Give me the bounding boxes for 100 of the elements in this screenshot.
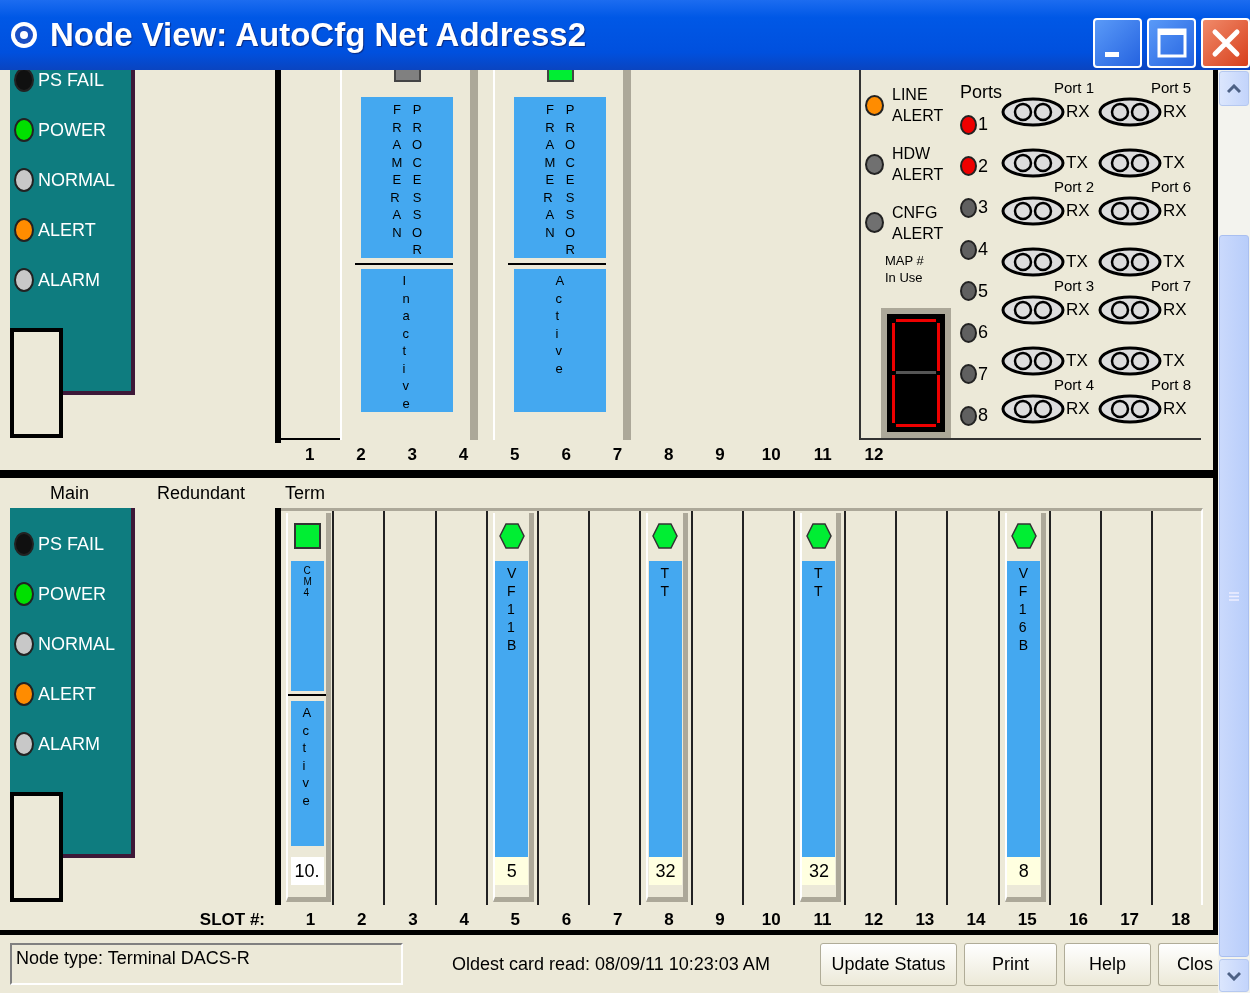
line-card[interactable]: VF16B 8 — [1004, 513, 1046, 902]
line-card[interactable]: FRAMER AN PROCESSOR Active — [493, 70, 631, 440]
app-icon — [10, 21, 38, 49]
card-value: 32 — [802, 857, 836, 885]
slot-number: 12 — [863, 909, 885, 931]
port-number: 6 — [978, 322, 988, 344]
slot-number: 2 — [356, 909, 368, 931]
card-status: Active — [554, 272, 571, 378]
connector-label: RX — [1163, 399, 1187, 419]
ports-heading: Ports — [960, 81, 1001, 104]
connector-label: TX — [1163, 252, 1185, 272]
port-name: Port 5 — [1149, 79, 1192, 97]
card-label: TT — [813, 564, 831, 601]
port-name: Port 7 — [1149, 277, 1192, 295]
slot-number: 14 — [965, 909, 987, 931]
slot-number: 5 — [509, 444, 521, 466]
connector-icon — [1001, 196, 1065, 226]
line-card[interactable]: FRAMER AN PROCESSOR Inactive — [340, 70, 478, 440]
slot-number: 5 — [509, 909, 522, 931]
alert-label: CNFG ALERT — [892, 202, 944, 244]
line-card[interactable]: CM4 Active 10. — [286, 513, 331, 902]
slot-number: 2 — [355, 444, 367, 466]
slot-number: 9 — [714, 909, 726, 931]
connector-icon — [1001, 295, 1065, 325]
slot-number: 1 — [303, 444, 316, 466]
connector-label: RX — [1163, 102, 1187, 122]
scrollbar-track[interactable] — [1218, 70, 1250, 993]
led-label: PS FAIL — [38, 533, 105, 555]
maximize-icon — [1156, 28, 1187, 58]
slot-number: 7 — [611, 444, 624, 466]
line-card[interactable]: TT 32 — [646, 513, 688, 902]
connector-label: RX — [1066, 399, 1090, 419]
action-button[interactable]: Print — [964, 942, 1057, 986]
card-value: 8 — [1007, 857, 1041, 885]
led-label: ALARM — [38, 269, 100, 291]
action-button[interactable]: Update Status — [820, 942, 957, 986]
slot-number: 4 — [457, 444, 470, 466]
minimize-button[interactable] — [1093, 18, 1142, 68]
connector-icon — [1001, 394, 1065, 424]
port-name: Port 1 — [1052, 79, 1095, 97]
led-label: NORMAL — [38, 633, 115, 655]
action-button[interactable]: Clos — [1158, 942, 1218, 986]
line-card[interactable]: VF11B 5 — [492, 513, 534, 902]
grip-icon — [1229, 591, 1239, 601]
card-status: Inactive — [401, 272, 418, 412]
slot-number: 11 — [812, 444, 833, 466]
slot-number: 7 — [612, 909, 624, 931]
port-number: 3 — [978, 197, 988, 219]
connector-icon — [1098, 196, 1162, 226]
maximize-button[interactable] — [1147, 18, 1196, 68]
node-type-field: Node type: Terminal DACS-R — [10, 943, 403, 985]
card-label: PROCESSOR — [411, 101, 424, 258]
led-label: ALERT — [38, 683, 96, 705]
slot-number: 3 — [406, 444, 418, 466]
port-number: 5 — [978, 280, 988, 302]
slot-number: 15 — [1016, 909, 1038, 931]
slot-number: 8 — [663, 909, 675, 931]
connector-label: TX — [1066, 153, 1088, 173]
column-header: Redundant — [157, 482, 247, 505]
connector-label: TX — [1066, 252, 1088, 272]
slot-number: 12 — [863, 444, 885, 466]
card-label: VF11B — [505, 564, 524, 655]
card-label: FRAMER AN — [389, 101, 404, 242]
port-name: Port 6 — [1149, 178, 1192, 196]
port-name: Port 2 — [1052, 178, 1095, 196]
port-number: 8 — [978, 405, 988, 427]
close-icon — [1210, 28, 1241, 58]
slot-number: 17 — [1119, 909, 1141, 931]
connector-label: RX — [1163, 201, 1187, 221]
scroll-thumb[interactable] — [1219, 235, 1249, 957]
map-label: MAP # In Use — [884, 252, 925, 286]
slot-number: 13 — [914, 909, 936, 931]
card-status: Active — [301, 704, 318, 810]
card-label: VF16B — [1017, 564, 1035, 655]
slot-label: SLOT #: — [198, 909, 265, 931]
connector-icon — [1098, 247, 1162, 277]
slot-number: 18 — [1170, 909, 1192, 931]
connector-icon — [1001, 97, 1065, 127]
slot-number: 4 — [458, 909, 470, 931]
led-label: POWER — [38, 119, 106, 141]
card-label: PROCESSOR — [564, 101, 577, 258]
oldest-read-text: Oldest card read: 08/09/11 10:23:03 AM — [452, 953, 770, 975]
connector-icon — [1098, 97, 1162, 127]
action-button[interactable]: Help — [1064, 942, 1151, 986]
card-value: 5 — [495, 857, 529, 885]
card-label: FRAMER AN — [542, 101, 557, 242]
card-label: CM4 — [302, 565, 315, 600]
connector-icon — [1001, 247, 1065, 277]
minimize-icon — [1104, 51, 1119, 57]
close-button[interactable] — [1201, 18, 1250, 68]
connector-icon — [1098, 295, 1162, 325]
connector-label: TX — [1163, 351, 1185, 371]
scroll-up-button[interactable] — [1219, 71, 1249, 106]
slot-number: 16 — [1067, 909, 1089, 931]
line-card[interactable]: TT 32 — [799, 513, 842, 902]
column-header: Main — [50, 482, 90, 505]
scroll-down-button[interactable] — [1219, 959, 1249, 992]
alert-label: HDW ALERT — [892, 144, 944, 185]
connector-label: RX — [1163, 300, 1187, 320]
port-name: Port 4 — [1052, 376, 1095, 394]
